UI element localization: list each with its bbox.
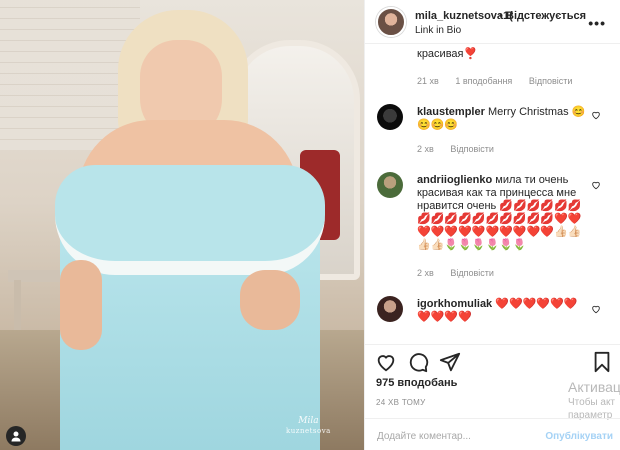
commenter-username[interactable]: klaustempler bbox=[417, 106, 485, 118]
dress-ruffle bbox=[55, 165, 325, 275]
comment-meta: 21 хв 1 вподобання Відповісти bbox=[417, 76, 586, 86]
bio-link[interactable]: Link in Bio bbox=[415, 25, 461, 36]
like-comment-icon[interactable] bbox=[591, 180, 601, 190]
comment-text: красивая❣️ bbox=[417, 48, 478, 60]
likes-count[interactable]: 975 вподобань bbox=[376, 377, 457, 389]
like-comment-icon[interactable] bbox=[591, 110, 601, 120]
reply-link[interactable]: Відповісти bbox=[529, 76, 573, 86]
publish-button[interactable]: Опублікувати bbox=[545, 431, 613, 442]
avatar[interactable] bbox=[376, 7, 406, 37]
post-photo[interactable]: Mila kuznetsova bbox=[0, 0, 364, 450]
commenter-username[interactable]: igorkhomuliak bbox=[417, 298, 492, 310]
comment-icon[interactable] bbox=[407, 351, 429, 373]
following-button[interactable]: Відстежується bbox=[506, 10, 586, 22]
reply-link[interactable]: Відповісти bbox=[450, 268, 494, 278]
windows-activation-overlay: Активац Чтобы акт параметр bbox=[568, 379, 620, 421]
commenter-username[interactable]: andriioglienko bbox=[417, 174, 492, 186]
right-arm bbox=[240, 270, 300, 330]
share-icon[interactable] bbox=[439, 351, 461, 373]
commenter-avatar[interactable] bbox=[377, 296, 403, 322]
comment-meta: 2 хв Відповісти bbox=[417, 144, 508, 154]
commenter-avatar[interactable] bbox=[377, 172, 403, 198]
comment-age: 2 хв bbox=[417, 144, 434, 154]
person-icon bbox=[11, 431, 21, 442]
post-time[interactable]: 24 ХВ ТОМУ bbox=[376, 398, 426, 407]
post-actions bbox=[365, 344, 620, 378]
comment-meta: 2 хв Відповісти bbox=[417, 268, 508, 278]
like-icon[interactable] bbox=[375, 351, 397, 373]
post-sidebar: mila_kuznetsova1( • Відстежується Link i… bbox=[364, 0, 620, 450]
more-dots-icon[interactable]: ••• bbox=[588, 15, 606, 31]
add-comment-bar: Додайте коментар... Опублікувати bbox=[365, 418, 620, 450]
tagged-user-icon[interactable] bbox=[6, 426, 26, 446]
reply-link[interactable]: Відповісти bbox=[450, 144, 494, 154]
watermark: Mila kuznetsova bbox=[286, 416, 331, 435]
commenter-avatar[interactable] bbox=[377, 104, 403, 130]
post-header: mila_kuznetsova1( • Відстежується Link i… bbox=[365, 0, 620, 44]
comment-age: 21 хв bbox=[417, 76, 439, 86]
separator-dot: • bbox=[499, 10, 503, 22]
like-comment-icon[interactable] bbox=[591, 304, 601, 314]
comment-list[interactable]: красивая❣️ 21 хв 1 вподобання Відповісти… bbox=[365, 44, 620, 344]
comment-input[interactable]: Додайте коментар... bbox=[377, 431, 471, 442]
comment-likes[interactable]: 1 вподобання bbox=[455, 76, 512, 86]
bookmark-icon[interactable] bbox=[591, 351, 613, 373]
left-arm bbox=[60, 260, 102, 350]
comment-age: 2 хв bbox=[417, 268, 434, 278]
